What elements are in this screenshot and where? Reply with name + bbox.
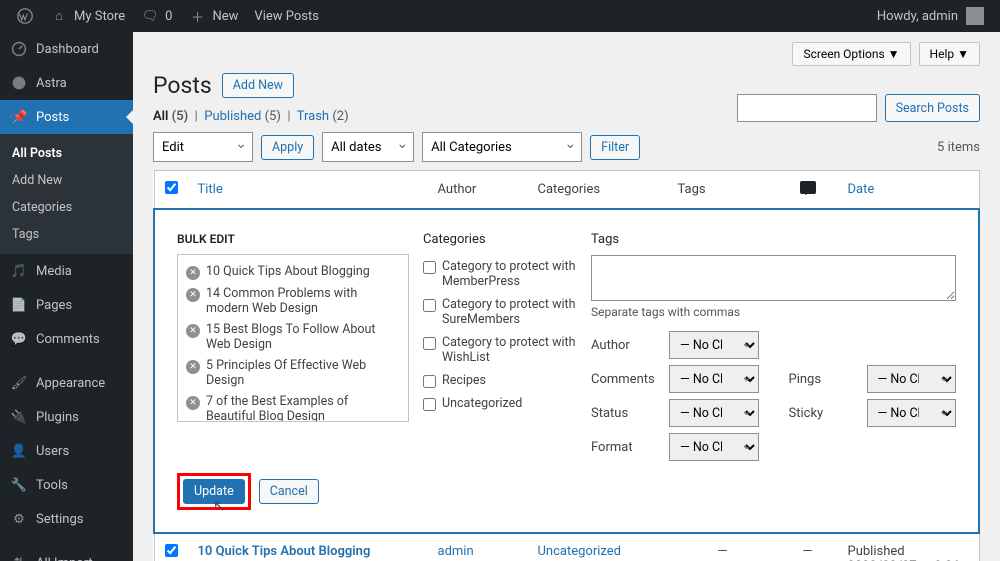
sidebar-item-tools[interactable]: 🔧Tools <box>0 468 133 502</box>
tags-help: Separate tags with commas <box>591 305 956 319</box>
filter-button[interactable]: Filter <box>590 135 640 160</box>
add-new-button[interactable]: Add New <box>222 73 294 98</box>
col-author: Author <box>428 171 528 210</box>
sidebar-item-users[interactable]: 👤Users <box>0 434 133 468</box>
bulk-title-item: ✕15 Best Blogs To Follow About Web Desig… <box>186 319 400 355</box>
sidebar-item-astra[interactable]: Astra <box>0 66 133 100</box>
submenu-tags[interactable]: Tags <box>0 221 133 248</box>
filter-all[interactable]: All (5) <box>153 109 188 124</box>
bulk-title-list: ✕10 Quick Tips About Blogging ✕14 Common… <box>177 254 409 422</box>
screen-options-button[interactable]: Screen Options ▼ <box>792 42 910 66</box>
col-title[interactable]: Title <box>198 182 223 197</box>
tags-legend: Tags <box>591 232 956 247</box>
category-filter-select[interactable]: All Categories <box>422 132 582 162</box>
apply-button[interactable]: Apply <box>261 135 314 160</box>
items-count: 5 items <box>937 140 980 155</box>
search-input[interactable] <box>737 94 877 122</box>
sidebar-item-plugins[interactable]: 🔌Plugins <box>0 400 133 434</box>
bulk-edit-legend: BULK EDIT <box>177 232 409 246</box>
help-button[interactable]: Help ▼ <box>919 42 980 66</box>
howdy-text[interactable]: Howdy, admin <box>877 9 958 24</box>
sidebar-item-posts[interactable]: 📌Posts <box>0 100 133 134</box>
format-select[interactable]: — No Change — <box>669 433 759 461</box>
site-name[interactable]: ⌂My Store <box>42 0 133 32</box>
sidebar-item-all-import[interactable]: ⇅All Import <box>0 546 133 561</box>
wp-logo[interactable] <box>8 0 42 32</box>
cat-checkbox[interactable]: Recipes <box>423 369 577 392</box>
bulk-action-select[interactable]: Edit <box>153 132 253 162</box>
cancel-button[interactable]: Cancel <box>259 479 319 504</box>
post-tags: — <box>668 533 778 561</box>
bulk-title-item: ✕7 of the Best Examples of Beautiful Blo… <box>186 391 400 422</box>
submenu-categories[interactable]: Categories <box>0 194 133 221</box>
sidebar-item-media[interactable]: 🎵Media <box>0 254 133 288</box>
view-posts[interactable]: View Posts <box>246 0 327 32</box>
search-button[interactable]: Search Posts <box>885 94 980 122</box>
sidebar-item-pages[interactable]: 📄Pages <box>0 288 133 322</box>
remove-title-icon[interactable]: ✕ <box>186 396 200 410</box>
cat-checkbox[interactable]: Category to protect with SureMembers <box>423 293 577 331</box>
cat-checkbox[interactable]: Category to protect with WishList <box>423 331 577 369</box>
comments-select[interactable]: — No Change — <box>669 365 759 393</box>
remove-title-icon[interactable]: ✕ <box>186 266 200 280</box>
table-row: 10 Quick Tips About Blogging admin Uncat… <box>154 533 979 561</box>
sidebar-item-appearance[interactable]: 🖌Appearance <box>0 366 133 400</box>
cat-checkbox[interactable]: Uncategorized <box>423 392 577 415</box>
bulk-title-item: ✕14 Common Problems with modern Web Desi… <box>186 283 400 319</box>
cursor-icon: ↖ <box>213 497 226 515</box>
filter-published[interactable]: Published <box>204 109 261 124</box>
sidebar-item-comments[interactable]: 💬Comments <box>0 322 133 356</box>
bulk-title-item: ✕5 Principles Of Effective Web Design <box>186 355 400 391</box>
submenu-all-posts[interactable]: All Posts <box>0 140 133 167</box>
comments-icon <box>800 181 816 194</box>
post-title-link[interactable]: 10 Quick Tips About Blogging <box>198 544 371 559</box>
post-date: Published2023/03/27 at 9:06 am <box>838 533 980 561</box>
status-select[interactable]: — No Change — <box>669 399 759 427</box>
col-categories: Categories <box>528 171 668 210</box>
post-author-link[interactable]: admin <box>438 544 474 559</box>
post-category-link[interactable]: Uncategorized <box>538 544 621 559</box>
tags-textarea[interactable] <box>591 255 956 301</box>
date-filter-select[interactable]: All dates <box>322 132 414 162</box>
bulk-title-item: ✕10 Quick Tips About Blogging <box>186 261 400 283</box>
row-checkbox[interactable] <box>165 544 178 557</box>
sticky-select[interactable]: — No Change — <box>867 399 957 427</box>
post-comments: — <box>778 533 838 561</box>
new-content[interactable]: ＋New <box>180 0 246 32</box>
author-select[interactable]: — No Change — <box>669 331 759 359</box>
sidebar-item-dashboard[interactable]: Dashboard <box>0 32 133 66</box>
remove-title-icon[interactable]: ✕ <box>186 324 200 338</box>
avatar[interactable] <box>966 7 984 25</box>
select-all-checkbox[interactable] <box>165 181 178 194</box>
pings-select[interactable]: — No Change — <box>867 365 957 393</box>
page-title: Posts <box>153 72 212 99</box>
col-date[interactable]: Date <box>848 182 875 197</box>
remove-title-icon[interactable]: ✕ <box>186 288 200 302</box>
sidebar-item-settings[interactable]: ⚙Settings <box>0 502 133 536</box>
filter-trash[interactable]: Trash <box>297 109 329 124</box>
categories-legend: Categories <box>423 232 577 247</box>
col-tags: Tags <box>668 171 778 210</box>
cat-checkbox[interactable]: Category to protect with MemberPress <box>423 255 577 293</box>
comments-bubble[interactable]: 🗨0 <box>133 0 180 32</box>
remove-title-icon[interactable]: ✕ <box>186 360 200 374</box>
submenu-add-new[interactable]: Add New <box>0 167 133 194</box>
